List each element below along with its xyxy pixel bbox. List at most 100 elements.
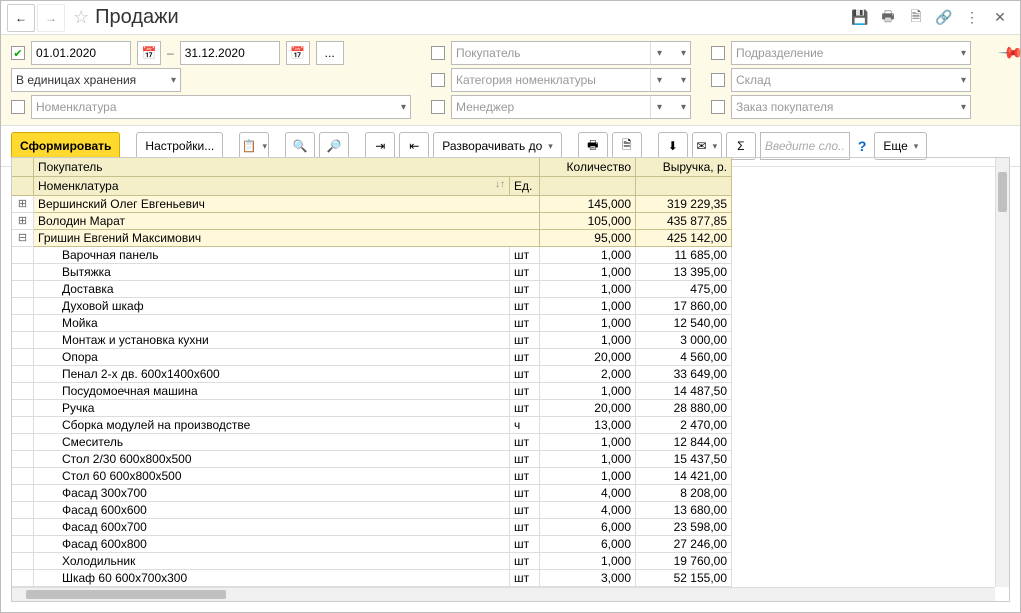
pin-icon[interactable]: 📌 xyxy=(997,39,1021,67)
units-select[interactable]: В единицах хранения▾ xyxy=(11,68,181,92)
expand-button[interactable]: ⇤ xyxy=(399,132,429,160)
department-select[interactable]: Подразделение▾ xyxy=(731,41,971,65)
row-qty: 1,000 xyxy=(540,434,636,451)
collapse-button[interactable]: ⇥ xyxy=(365,132,395,160)
category-checkbox[interactable] xyxy=(431,73,445,87)
row-unit: шт xyxy=(510,247,540,264)
forward-button[interactable]: → xyxy=(37,4,65,32)
tree-line xyxy=(12,332,34,349)
favorite-icon[interactable]: ☆ xyxy=(73,7,89,28)
help-icon[interactable]: ? xyxy=(858,138,867,154)
nomenclature-checkbox[interactable] xyxy=(11,100,25,114)
category-select[interactable]: Категория номенклатуры▾▾ xyxy=(451,68,691,92)
row-qty: 1,000 xyxy=(540,247,636,264)
row-name[interactable]: Фасад 600х800 xyxy=(34,536,510,553)
row-name[interactable]: Варочная панель xyxy=(34,247,510,264)
order-checkbox[interactable] xyxy=(711,100,725,114)
sum-button[interactable]: Σ xyxy=(726,132,756,160)
nomenclature-select[interactable]: Номенклатура▾ xyxy=(31,95,411,119)
row-qty: 6,000 xyxy=(540,536,636,553)
row-name[interactable]: Смеситель xyxy=(34,434,510,451)
settings-button[interactable]: Настройки... xyxy=(136,132,223,160)
row-name[interactable]: Ручка xyxy=(34,400,510,417)
print-button[interactable]: 🖶 xyxy=(578,132,608,160)
row-name[interactable]: Стол 2/30 600х800х500 xyxy=(34,451,510,468)
row-name[interactable]: Опора xyxy=(34,349,510,366)
back-button[interactable]: ← xyxy=(7,4,35,32)
row-name[interactable]: Пенал 2-х дв. 600х1400х600 xyxy=(34,366,510,383)
save-icon[interactable]: 💾 xyxy=(849,7,871,29)
row-unit: шт xyxy=(510,400,540,417)
col-qty[interactable]: Количество xyxy=(540,158,636,177)
date-to-calendar[interactable]: 📅 xyxy=(286,41,310,65)
row-name[interactable]: Духовой шкаф xyxy=(34,298,510,315)
date-dots-button[interactable]: ... xyxy=(316,41,344,65)
tree-toggle[interactable]: ⊟ xyxy=(12,230,34,247)
tree-line xyxy=(12,366,34,383)
row-name[interactable]: Фасад 300х700 xyxy=(34,485,510,502)
warehouse-checkbox[interactable] xyxy=(711,73,725,87)
row-qty: 2,000 xyxy=(540,366,636,383)
date-from-input[interactable] xyxy=(31,41,131,65)
generate-button[interactable]: Сформировать xyxy=(11,132,120,160)
row-name[interactable]: Фасад 600х700 xyxy=(34,519,510,536)
row-name[interactable]: Стол 60 600х800х500 xyxy=(34,468,510,485)
group-name[interactable]: Гришин Евгений Максимович xyxy=(34,230,540,247)
row-rev: 27 246,00 xyxy=(636,536,732,553)
scrollbar-vertical[interactable] xyxy=(995,158,1009,587)
date-to-input[interactable] xyxy=(180,41,280,65)
preview-button[interactable]: 🗎 xyxy=(612,132,642,160)
row-name[interactable]: Посудомоечная машина xyxy=(34,383,510,400)
more-button[interactable]: Еще▾ xyxy=(874,132,927,160)
preview-icon[interactable]: 🗎 xyxy=(905,7,927,29)
col-unit[interactable]: Ед. xyxy=(510,177,540,196)
row-name[interactable]: Вытяжка xyxy=(34,264,510,281)
tree-line xyxy=(12,383,34,400)
link-icon[interactable]: 🔗 xyxy=(933,7,955,29)
expand-to-button[interactable]: Разворачивать до▾ xyxy=(433,132,562,160)
row-name[interactable]: Фасад 600х600 xyxy=(34,502,510,519)
quick-find-input[interactable] xyxy=(760,132,850,160)
col-buyer[interactable]: Покупатель xyxy=(34,158,540,177)
find-button[interactable]: 🔍 xyxy=(285,132,315,160)
tree-toggle[interactable]: ⊞ xyxy=(12,213,34,230)
col-nomenclature[interactable]: Номенклатура xyxy=(34,177,510,196)
scrollbar-horizontal[interactable] xyxy=(12,587,995,601)
row-name[interactable]: Холодильник xyxy=(34,553,510,570)
row-rev: 15 437,50 xyxy=(636,451,732,468)
row-unit: шт xyxy=(510,383,540,400)
row-name[interactable]: Мойка xyxy=(34,315,510,332)
kebab-icon[interactable]: ⋮ xyxy=(961,7,983,29)
buyer-checkbox[interactable] xyxy=(431,46,445,60)
group-name[interactable]: Володин Марат xyxy=(34,213,540,230)
variants-button[interactable]: 📋▾ xyxy=(239,132,269,160)
order-select[interactable]: Заказ покупателя▾ xyxy=(731,95,971,119)
date-from-calendar[interactable]: 📅 xyxy=(137,41,161,65)
row-rev: 28 880,00 xyxy=(636,400,732,417)
manager-checkbox[interactable] xyxy=(431,100,445,114)
group-rev: 435 877,85 xyxy=(636,213,732,230)
row-unit: шт xyxy=(510,434,540,451)
row-qty: 20,000 xyxy=(540,400,636,417)
close-icon[interactable]: ✕ xyxy=(989,7,1011,29)
find-next-button[interactable]: 🔎 xyxy=(319,132,349,160)
row-rev: 17 860,00 xyxy=(636,298,732,315)
row-name[interactable]: Доставка xyxy=(34,281,510,298)
print-icon[interactable]: 🖶 xyxy=(877,7,899,29)
buyer-select[interactable]: Покупатель▾▾ xyxy=(451,41,691,65)
group-rev: 319 229,35 xyxy=(636,196,732,213)
send-button[interactable]: ✉▾ xyxy=(692,132,722,160)
row-name[interactable]: Монтаж и установка кухни xyxy=(34,332,510,349)
save-button[interactable]: ⬇ xyxy=(658,132,688,160)
col-revenue[interactable]: Выручка, р. xyxy=(636,158,732,177)
group-name[interactable]: Вершинский Олег Евгеньевич xyxy=(34,196,540,213)
tree-line xyxy=(12,553,34,570)
row-name[interactable]: Шкаф 60 600х700х300 xyxy=(34,570,510,587)
manager-select[interactable]: Менеджер▾▾ xyxy=(451,95,691,119)
date-checkbox[interactable]: ✔ xyxy=(11,46,25,60)
department-checkbox[interactable] xyxy=(711,46,725,60)
row-rev: 33 649,00 xyxy=(636,366,732,383)
tree-toggle[interactable]: ⊞ xyxy=(12,196,34,213)
warehouse-select[interactable]: Склад▾ xyxy=(731,68,971,92)
row-name[interactable]: Сборка модулей на производстве xyxy=(34,417,510,434)
